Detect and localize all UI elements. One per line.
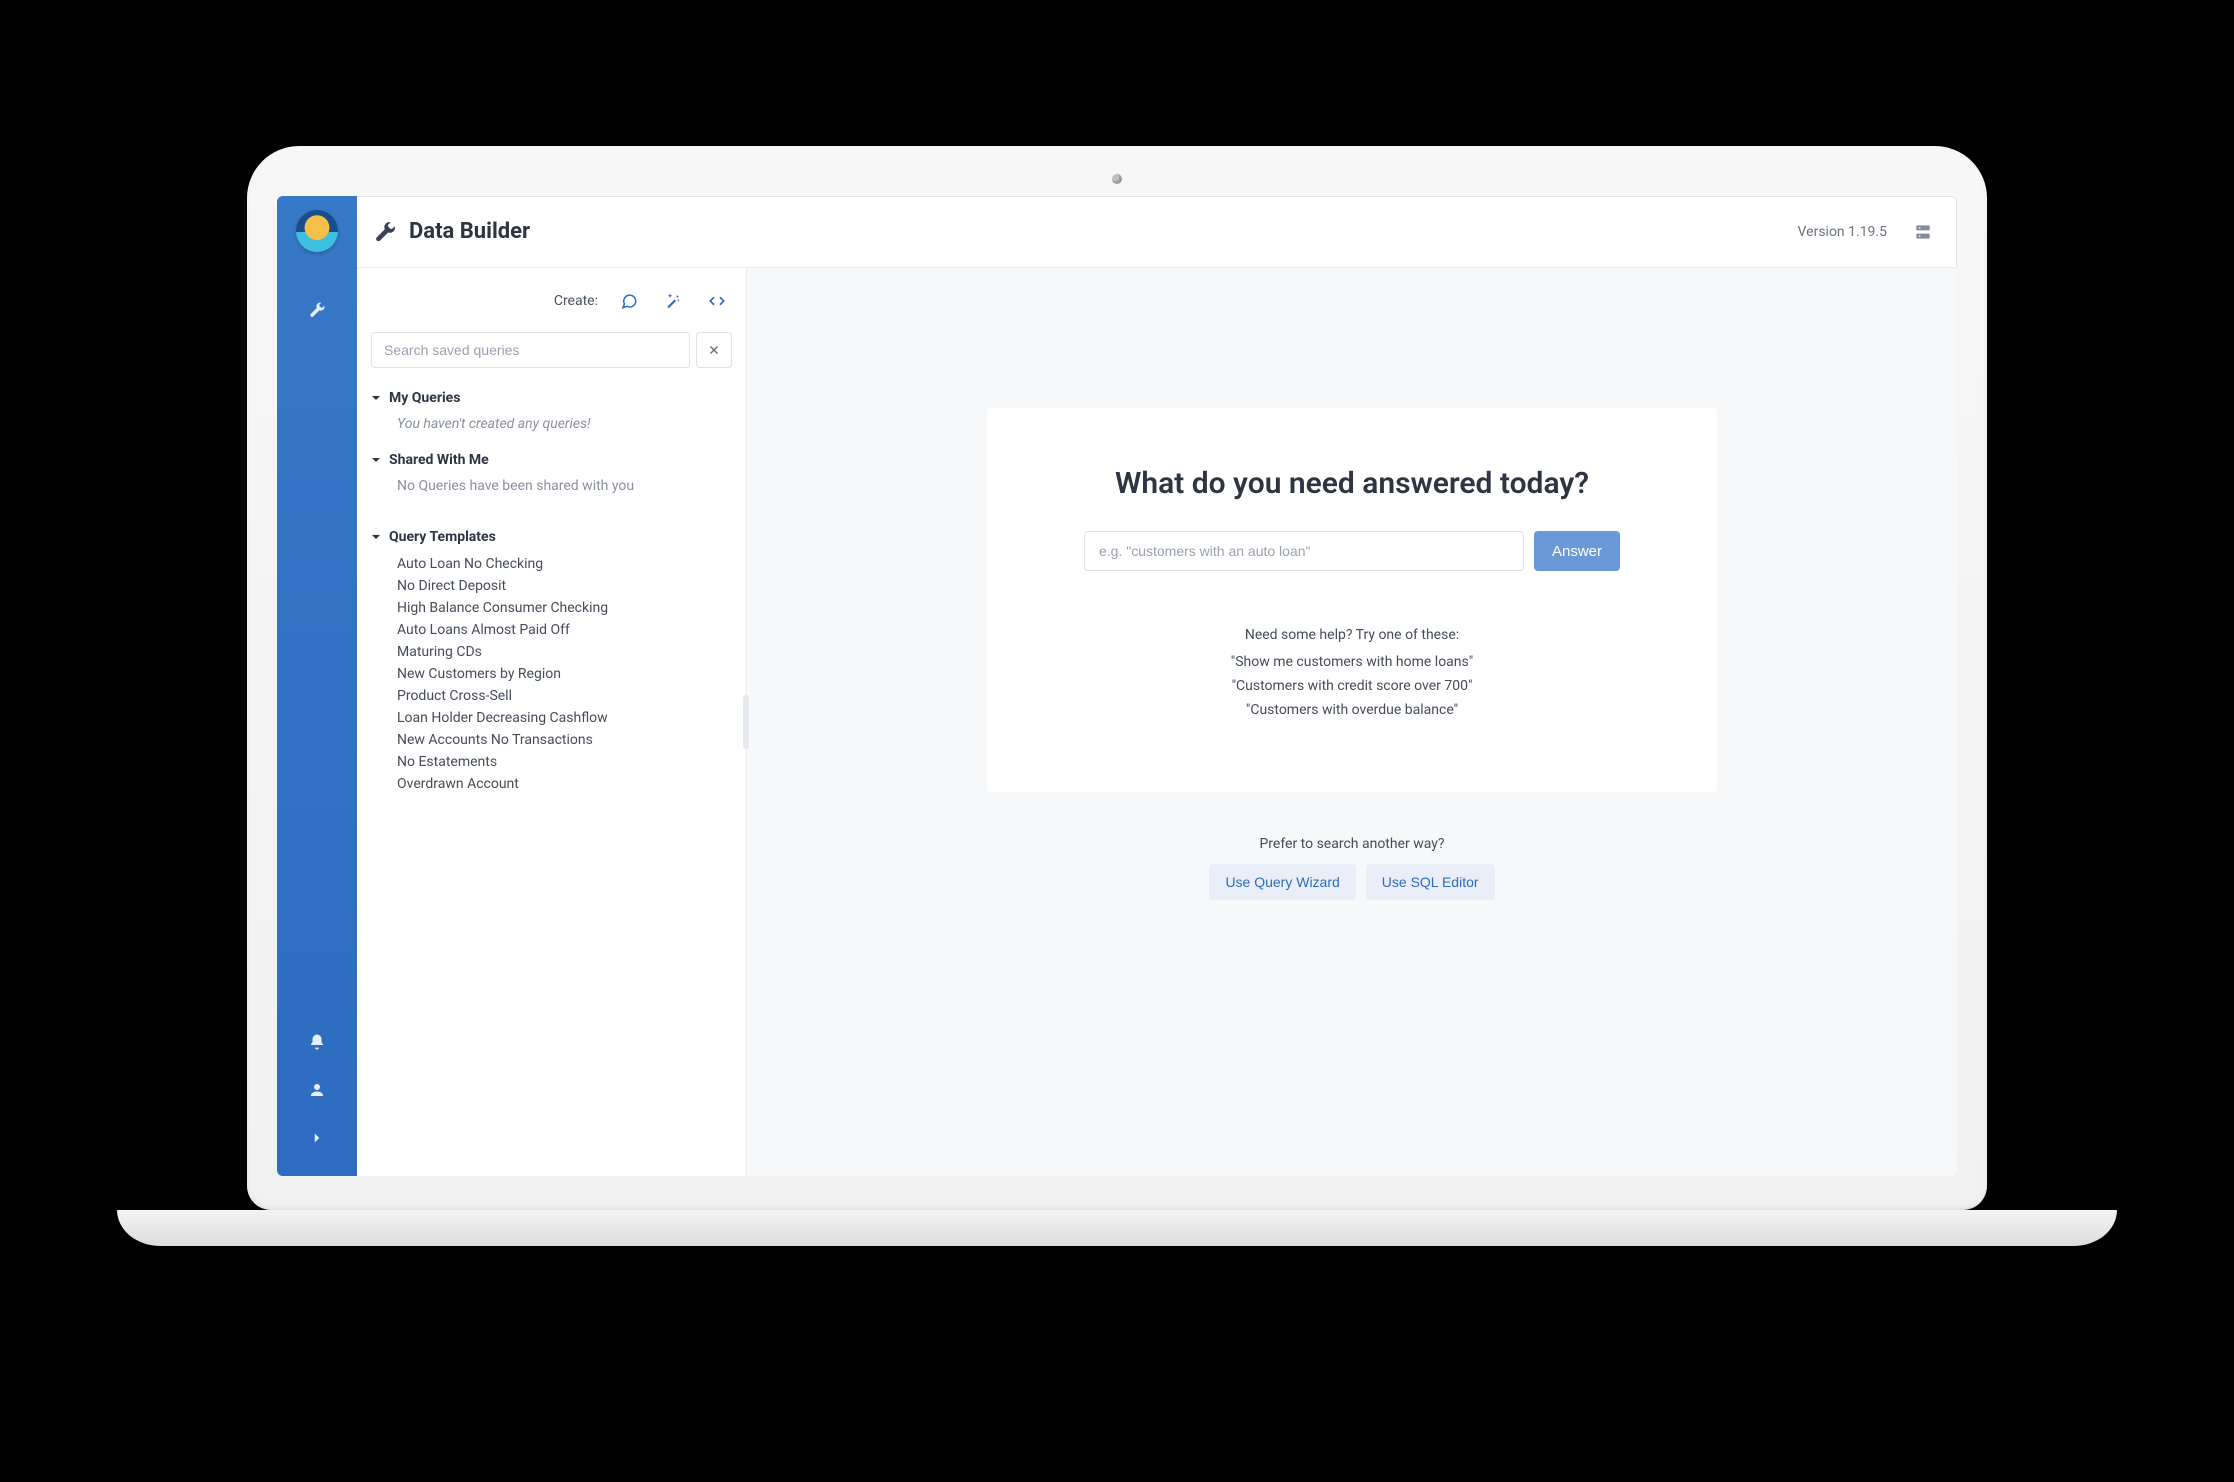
section-my-queries: My Queries You haven't created any queri… (371, 386, 732, 432)
panel-sections: My Queries You haven't created any queri… (357, 386, 746, 831)
my-queries-empty-state: You haven't created any queries! (371, 410, 732, 432)
template-item[interactable]: Maturing CDs (397, 641, 732, 663)
help-example[interactable]: "Customers with overdue balance" (1043, 699, 1661, 723)
template-item[interactable]: No Estatements (397, 751, 732, 773)
alternative-actions: Use Query Wizard Use SQL Editor (1209, 864, 1494, 900)
nav-data-builder[interactable] (297, 290, 337, 330)
version-label: Version 1.19.5 (1798, 224, 1887, 240)
nav-profile[interactable] (297, 1070, 337, 1110)
search-row (357, 332, 746, 386)
section-heading-templates[interactable]: Query Templates (371, 525, 732, 549)
alternative-search: Prefer to search another way? Use Query … (1209, 836, 1494, 900)
template-item[interactable]: No Direct Deposit (397, 575, 732, 597)
section-title: My Queries (389, 390, 460, 406)
section-title: Shared With Me (389, 452, 489, 468)
template-item[interactable]: New Accounts No Transactions (397, 729, 732, 751)
bell-icon (308, 1033, 326, 1051)
template-item[interactable]: High Balance Consumer Checking (397, 597, 732, 619)
main-canvas: What do you need answered today? Answer … (747, 268, 1957, 1176)
wrench-icon (308, 301, 326, 319)
chevron-right-icon (308, 1129, 326, 1147)
clear-search-button[interactable] (696, 332, 732, 368)
person-icon (308, 1081, 326, 1099)
chat-icon (620, 292, 638, 310)
use-sql-editor-button[interactable]: Use SQL Editor (1366, 864, 1495, 900)
content-area: Create: (357, 268, 1957, 1176)
use-query-wizard-button[interactable]: Use Query Wizard (1209, 864, 1355, 900)
search-saved-queries-input[interactable] (371, 332, 690, 368)
magic-wand-icon (664, 292, 682, 310)
create-label: Create: (554, 293, 598, 309)
query-panel: Create: (357, 268, 747, 1176)
shared-empty-state: No Queries have been shared with you (371, 472, 732, 494)
server-status-icon[interactable] (1913, 222, 1933, 242)
page-title: Data Builder (409, 219, 530, 244)
workspace: Data Builder Version 1.19.5 (357, 196, 1957, 1176)
template-item[interactable]: New Customers by Region (397, 663, 732, 685)
panel-resize-handle[interactable] (743, 695, 749, 749)
nav-notifications[interactable] (297, 1022, 337, 1062)
laptop-mockup: Data Builder Version 1.19.5 (247, 146, 1987, 1336)
caret-down-icon (371, 455, 381, 465)
laptop-body: Data Builder Version 1.19.5 (247, 146, 1987, 1210)
ask-card: What do you need answered today? Answer … (987, 408, 1717, 792)
caret-down-icon (371, 532, 381, 542)
section-heading-my-queries[interactable]: My Queries (371, 386, 732, 410)
caret-down-icon (371, 393, 381, 403)
template-item[interactable]: Auto Loans Almost Paid Off (397, 619, 732, 641)
template-item[interactable]: Loan Holder Decreasing Cashflow (397, 707, 732, 729)
brand-logo[interactable] (296, 210, 338, 252)
template-item[interactable]: Auto Loan No Checking (397, 553, 732, 575)
nav-collapse[interactable] (297, 1118, 337, 1158)
create-row: Create: (357, 286, 746, 332)
create-sql-button[interactable] (702, 286, 732, 316)
ask-input[interactable] (1084, 531, 1524, 571)
section-divider (371, 510, 732, 511)
laptop-base (117, 1210, 2117, 1246)
help-example[interactable]: "Customers with credit score over 700" (1043, 675, 1661, 699)
app-root: Data Builder Version 1.19.5 (277, 196, 1957, 1176)
code-icon (708, 292, 726, 310)
section-shared-with-me: Shared With Me No Queries have been shar… (371, 448, 732, 494)
close-icon (707, 343, 721, 357)
app-screen: Data Builder Version 1.19.5 (277, 196, 1957, 1176)
create-wizard-button[interactable] (658, 286, 688, 316)
template-list: Auto Loan No Checking No Direct Deposit … (371, 549, 732, 795)
section-title: Query Templates (389, 529, 496, 545)
nav-rail (277, 196, 357, 1176)
create-chat-button[interactable] (614, 286, 644, 316)
template-item[interactable]: Overdrawn Account (397, 773, 732, 795)
section-query-templates: Query Templates Auto Loan No Checking No… (371, 525, 732, 795)
section-heading-shared[interactable]: Shared With Me (371, 448, 732, 472)
prefer-title: Prefer to search another way? (1209, 836, 1494, 852)
help-title: Need some help? Try one of these: (1043, 627, 1661, 643)
wrench-icon (373, 220, 397, 244)
page-header: Data Builder Version 1.19.5 (357, 196, 1957, 268)
laptop-camera (1112, 174, 1122, 184)
help-example[interactable]: "Show me customers with home loans" (1043, 651, 1661, 675)
answer-button[interactable]: Answer (1534, 531, 1620, 571)
ask-heading: What do you need answered today? (1043, 466, 1661, 501)
ask-row: Answer (1043, 531, 1661, 571)
template-item[interactable]: Product Cross-Sell (397, 685, 732, 707)
